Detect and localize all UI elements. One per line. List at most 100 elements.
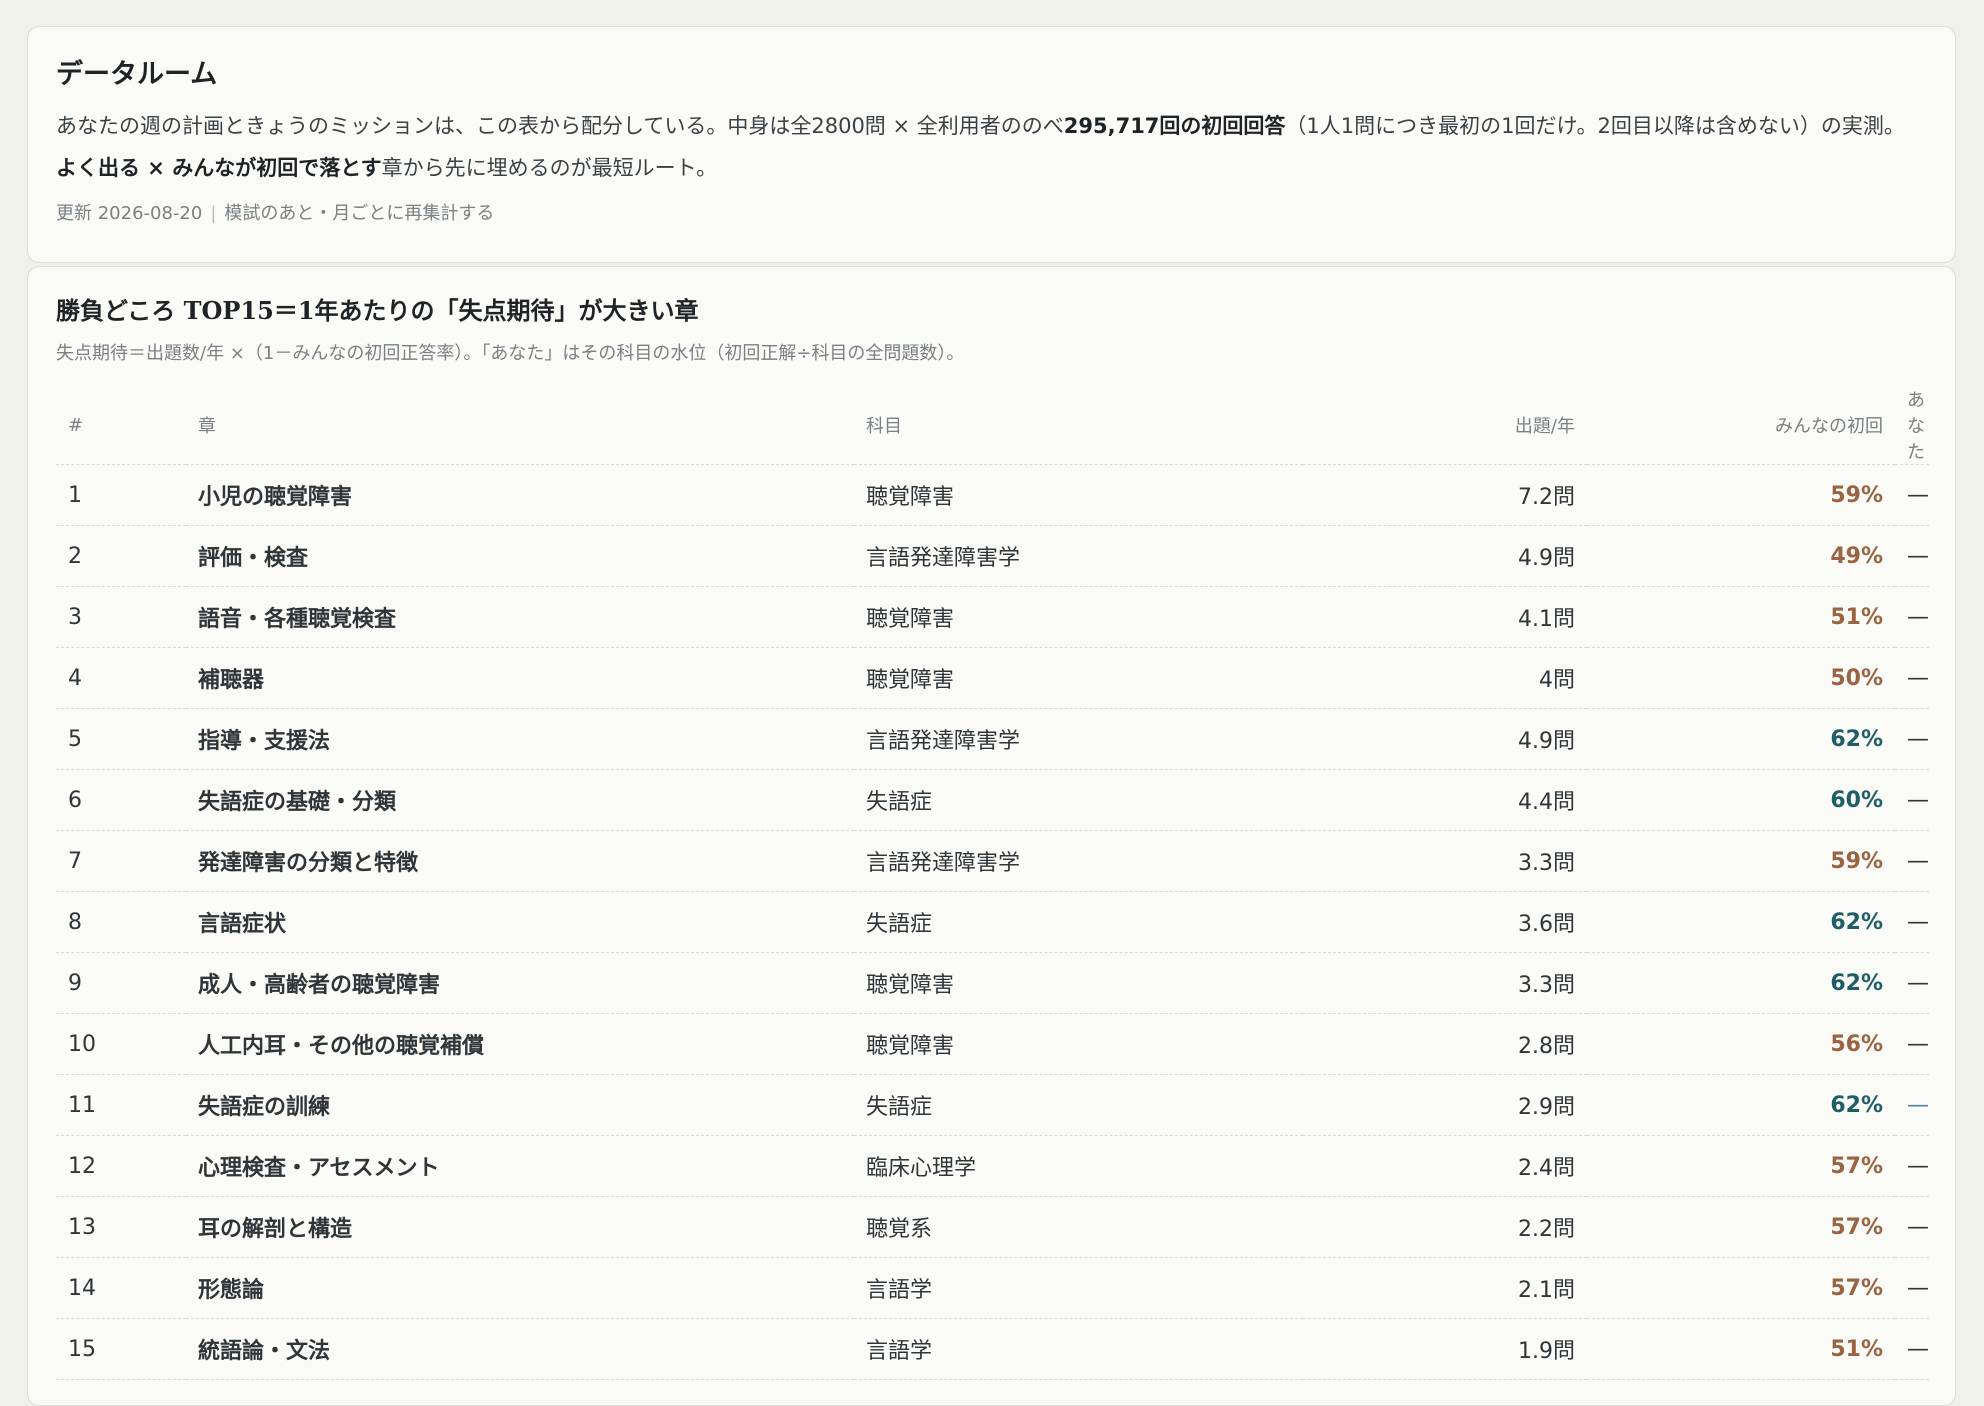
table-row[interactable]: 12 心理検査・アセスメント 臨床心理学 2.4問 57% —: [56, 1135, 1929, 1197]
you-cell: —: [1895, 1257, 1929, 1319]
you-cell: —: [1895, 769, 1929, 831]
subject-cell: 失語症: [854, 769, 1303, 831]
first-rate-cell: 59%: [1587, 464, 1895, 526]
table-row[interactable]: 7 発達障害の分類と特徴 言語発達障害学 3.3問 59% —: [56, 830, 1929, 892]
chapter-link[interactable]: 形態論: [186, 1257, 854, 1319]
you-cell: —: [1895, 647, 1929, 709]
row-rank: 7: [56, 830, 186, 892]
intro-bold-1: 295,717回の初回回答: [1063, 114, 1286, 138]
frequency-cell: 7.2問: [1303, 464, 1587, 526]
row-rank: 8: [56, 891, 186, 953]
chapter-link[interactable]: 成人・高齢者の聴覚障害: [186, 952, 854, 1014]
table-row[interactable]: 8 言語症状 失語症 3.6問 62% —: [56, 891, 1929, 953]
ranking-table: # 章 科目 出題/年 みんなの初回 あなた 1 小児の聴覚障害 聴覚障害 7.…: [56, 386, 1929, 1380]
update-meta: 更新 2026-08-20 | 模試のあと・月ごとに再集計する: [56, 199, 1927, 229]
chapter-link[interactable]: 指導・支援法: [186, 708, 854, 770]
first-rate-cell: 60%: [1587, 769, 1895, 831]
chapter-link[interactable]: 耳の解剖と構造: [186, 1196, 854, 1258]
chapter-link[interactable]: 失語症の基礎・分類: [186, 769, 854, 831]
you-cell: —: [1895, 708, 1929, 770]
first-rate-cell: 57%: [1587, 1257, 1895, 1319]
you-cell: —: [1895, 525, 1929, 587]
chapter-link[interactable]: 人工内耳・その他の聴覚補償: [186, 1013, 854, 1075]
chapter-link[interactable]: 補聴器: [186, 647, 854, 709]
table-row[interactable]: 13 耳の解剖と構造 聴覚系 2.2問 57% —: [56, 1196, 1929, 1258]
chapter-link[interactable]: 統語論・文法: [186, 1318, 854, 1380]
table-row[interactable]: 3 語音・各種聴覚検査 聴覚障害 4.1問 51% —: [56, 586, 1929, 648]
header-chapter: 章: [186, 386, 854, 465]
row-rank: 13: [56, 1196, 186, 1258]
subject-cell: 聴覚系: [854, 1196, 1303, 1258]
you-cell: —: [1895, 464, 1929, 526]
table-row[interactable]: 14 形態論 言語学 2.1問 57% —: [56, 1257, 1929, 1319]
section-subtitle: 失点期待＝出題数/年 ×（1－みんなの初回正答率）。「あなた」はその科目の水位（…: [56, 343, 965, 364]
first-rate-cell: 57%: [1587, 1196, 1895, 1258]
subject-cell: 聴覚障害: [854, 586, 1303, 648]
chapter-link[interactable]: 評価・検査: [186, 525, 854, 587]
row-rank: 11: [56, 1074, 186, 1136]
first-rate-cell: 50%: [1587, 647, 1895, 709]
first-rate-cell: 62%: [1587, 708, 1895, 770]
table-row[interactable]: 11 失語症の訓練 失語症 2.9問 62% —: [56, 1074, 1929, 1136]
row-rank: 10: [56, 1013, 186, 1075]
subject-cell: 言語発達障害学: [854, 830, 1303, 892]
chapter-link[interactable]: 心理検査・アセスメント: [186, 1135, 854, 1197]
table-row[interactable]: 5 指導・支援法 言語発達障害学 4.9問 62% —: [56, 708, 1929, 770]
chapter-link[interactable]: 失語症の訓練: [186, 1074, 854, 1136]
you-cell: —: [1895, 830, 1929, 892]
table-row[interactable]: 10 人工内耳・その他の聴覚補償 聴覚障害 2.8問 56% —: [56, 1013, 1929, 1075]
chapter-link[interactable]: 言語症状: [186, 891, 854, 953]
intro-text-3: 章から先に埋めるのが最短ルート。: [381, 156, 718, 180]
frequency-cell: 2.9問: [1303, 1074, 1587, 1136]
subject-cell: 臨床心理学: [854, 1135, 1303, 1197]
subject-cell: 聴覚障害: [854, 1013, 1303, 1075]
recount-schedule: 模試のあと・月ごとに再集計する: [224, 203, 495, 224]
section-title: 勝負どころ TOP15＝1年あたりの「失点期待」が大きい章: [56, 296, 699, 325]
table-row[interactable]: 1 小児の聴覚障害 聴覚障害 7.2問 59% —: [56, 464, 1929, 526]
frequency-cell: 2.8問: [1303, 1013, 1587, 1075]
table-row[interactable]: 2 評価・検査 言語発達障害学 4.9問 49% —: [56, 525, 1929, 587]
chapter-link[interactable]: 語音・各種聴覚検査: [186, 586, 854, 648]
row-rank: 9: [56, 952, 186, 1014]
row-rank: 2: [56, 525, 186, 587]
table-row[interactable]: 6 失語症の基礎・分類 失語症 4.4問 60% —: [56, 769, 1929, 831]
frequency-cell: 2.2問: [1303, 1196, 1587, 1258]
subject-cell: 言語発達障害学: [854, 525, 1303, 587]
subject-cell: 失語症: [854, 1074, 1303, 1136]
first-rate-cell: 59%: [1587, 830, 1895, 892]
you-cell: —: [1895, 586, 1929, 648]
chapter-link[interactable]: 小児の聴覚障害: [186, 464, 854, 526]
chapter-link[interactable]: 発達障害の分類と特徴: [186, 830, 854, 892]
intro-bold-2: よく出る × みんなが初回で落とす: [56, 156, 382, 180]
table-row[interactable]: 9 成人・高齢者の聴覚障害 聴覚障害 3.3問 62% —: [56, 952, 1929, 1014]
table-row[interactable]: 4 補聴器 聴覚障害 4問 50% —: [56, 647, 1929, 709]
subject-cell: 聴覚障害: [854, 952, 1303, 1014]
subject-cell: 失語症: [854, 891, 1303, 953]
table-row[interactable]: 15 統語論・文法 言語学 1.9問 51% —: [56, 1318, 1929, 1380]
subject-cell: 言語学: [854, 1318, 1303, 1380]
first-rate-cell: 56%: [1587, 1013, 1895, 1075]
row-rank: 3: [56, 586, 186, 648]
row-rank: 5: [56, 708, 186, 770]
first-rate-cell: 51%: [1587, 1318, 1895, 1380]
you-cell: —: [1895, 891, 1929, 953]
header-first-rate: みんなの初回: [1587, 386, 1895, 465]
top15-card: 勝負どころ TOP15＝1年あたりの「失点期待」が大きい章 失点期待＝出題数/年…: [27, 266, 1956, 1406]
row-rank: 12: [56, 1135, 186, 1197]
first-rate-cell: 49%: [1587, 525, 1895, 587]
row-rank: 1: [56, 464, 186, 526]
subject-cell: 聴覚障害: [854, 647, 1303, 709]
frequency-cell: 4.4問: [1303, 769, 1587, 831]
frequency-cell: 4.9問: [1303, 525, 1587, 587]
intro-text-1: あなたの週の計画ときょうのミッションは、この表から配分している。中身は全2800…: [56, 114, 1064, 138]
frequency-cell: 4.1問: [1303, 586, 1587, 648]
updated-date: 更新 2026-08-20: [56, 203, 203, 224]
row-rank: 14: [56, 1257, 186, 1319]
header-subject: 科目: [854, 386, 1303, 465]
first-rate-cell: 62%: [1587, 952, 1895, 1014]
first-rate-cell: 62%: [1587, 891, 1895, 953]
first-rate-cell: 62%: [1587, 1074, 1895, 1136]
you-cell: —: [1895, 1196, 1929, 1258]
meta-separator: |: [210, 203, 217, 224]
intro-description: あなたの週の計画ときょうのミッションは、この表から配分している。中身は全2800…: [56, 105, 1927, 189]
